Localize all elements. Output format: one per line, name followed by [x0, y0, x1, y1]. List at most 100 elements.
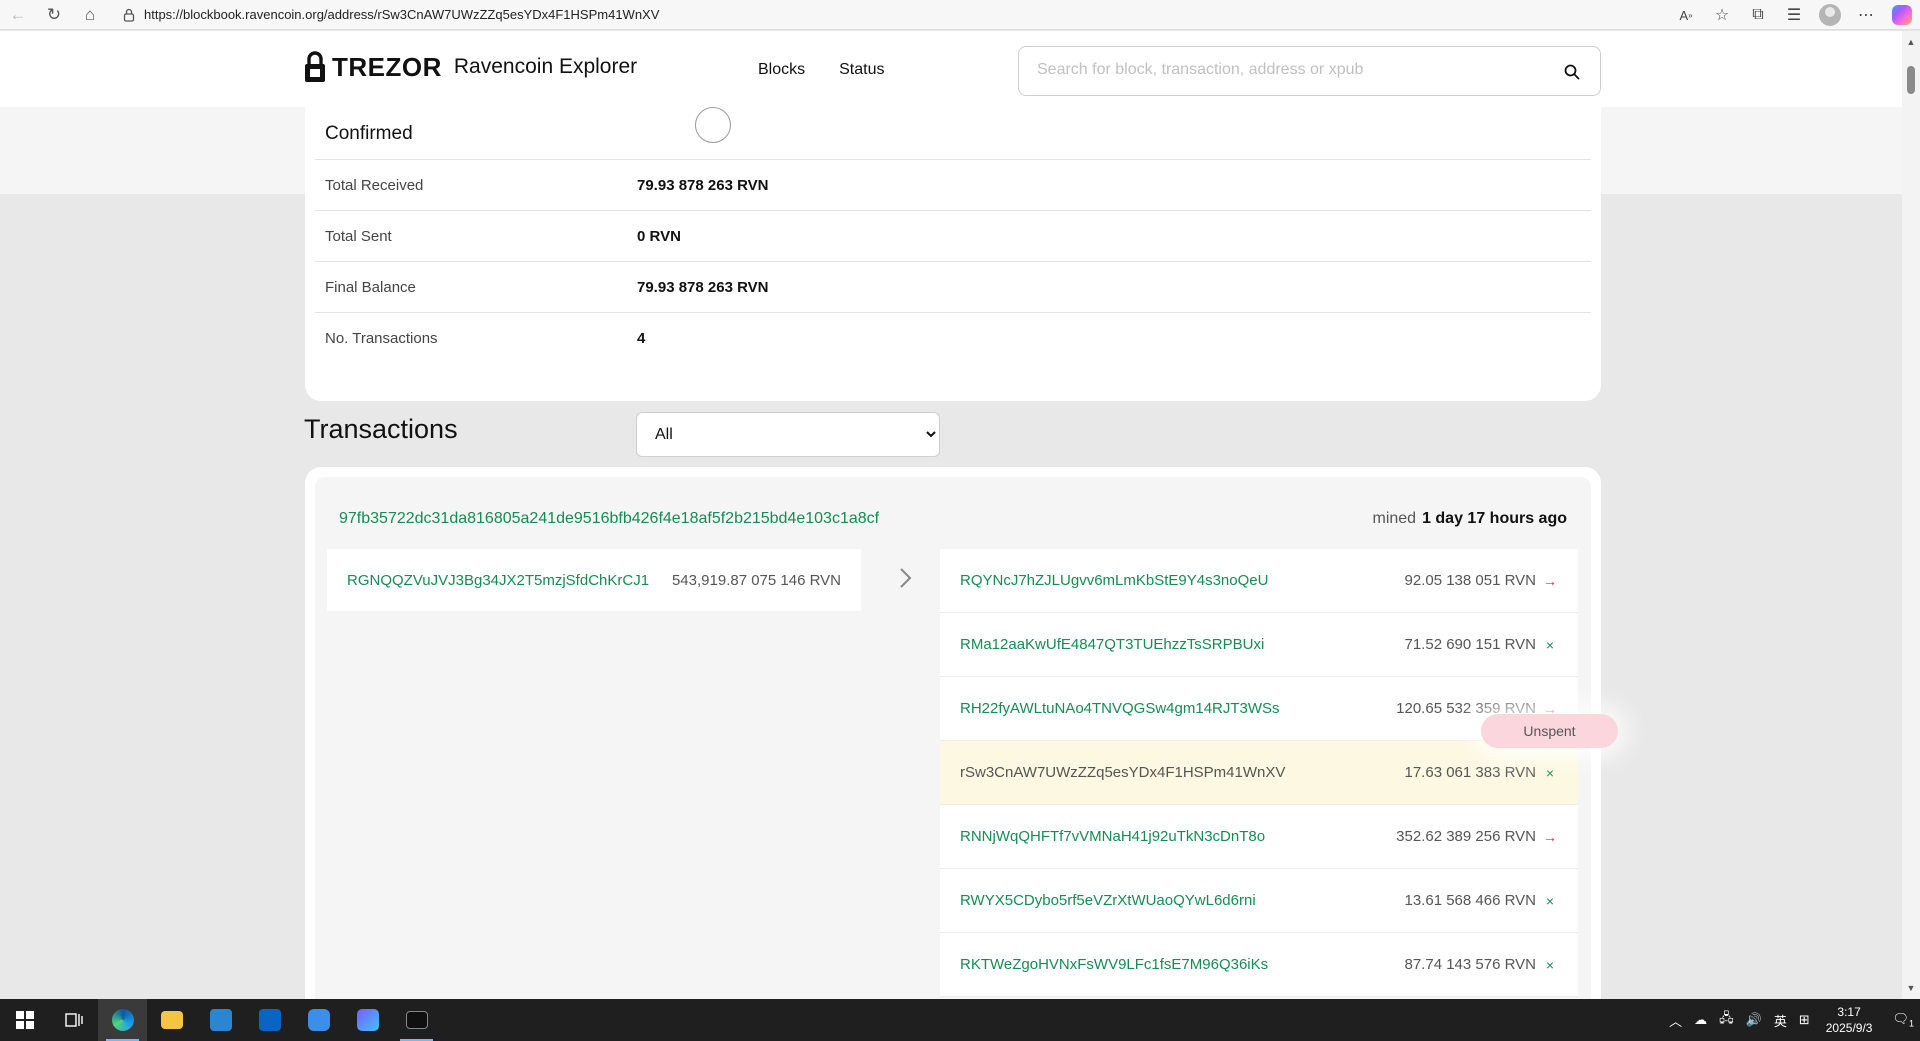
output-amount: 352.62 389 256 RVN	[1396, 828, 1536, 845]
scroll-up-icon[interactable]: ▲	[1906, 37, 1916, 47]
home-icon[interactable]: ⌂	[72, 0, 108, 30]
notification-count: 1	[1908, 1018, 1914, 1029]
output-address-link[interactable]: RH22fyAWLtuNAo4TNVQGSw4gm14RJT3WSs	[960, 700, 1280, 717]
output-amount: 17.63 061 383 RVN	[1404, 764, 1537, 781]
output-address-link[interactable]: RWYX5CDybo5rf5eVZrXtWUaoQYwL6d6rni	[960, 892, 1256, 909]
unspent-tooltip: Unspent	[1481, 714, 1618, 748]
store-icon[interactable]	[196, 999, 245, 1041]
spent-arrow-icon[interactable]: →	[1542, 829, 1558, 845]
output-row: RKTWeZgoHVNxFsWV9LFc1fsE7M96Q36iKs 87.74…	[940, 933, 1578, 997]
summary-label: Final Balance	[325, 278, 416, 296]
summary-row-final-balance: Final Balance 79.93 878 263 RVN	[315, 261, 1591, 312]
transaction-body: 97fb35722dc31da816805a241de9516bfb426f4e…	[315, 477, 1591, 999]
app-bolt-icon[interactable]	[343, 999, 392, 1041]
confirmed-title: Confirmed	[325, 123, 413, 144]
tx-input-row: RGNQQZVuJVJ3Bg34JX2T5mzjSfdChKrCJ1 543,9…	[327, 549, 861, 611]
favorites-list-icon[interactable]: ☰	[1776, 0, 1812, 30]
trezor-padlock-icon	[305, 51, 325, 82]
favorite-star-icon[interactable]: ☆	[1704, 0, 1740, 30]
notification-center-icon[interactable]: 🗨1	[1892, 1011, 1914, 1029]
mined-ago: 1 day 17 hours ago	[1422, 510, 1567, 527]
logo-wordmark: TREZOR	[332, 51, 442, 82]
site-logo[interactable]: TREZOR Ravencoin Explorer	[304, 51, 637, 83]
volume-icon[interactable]: 🔊	[1746, 1012, 1762, 1028]
logo-subtitle: Ravencoin Explorer	[453, 55, 638, 78]
output-row: RWYX5CDybo5rf5eVZrXtWUaoQYwL6d6rni 13.61…	[940, 869, 1578, 933]
summary-row-total-sent: Total Sent 0 RVN	[315, 210, 1591, 261]
edge-browser-icon[interactable]	[98, 999, 147, 1041]
transactions-heading: Transactions	[304, 414, 458, 444]
scroll-thumb[interactable]	[1907, 66, 1915, 94]
unspent-mark-icon[interactable]: ×	[1542, 765, 1558, 781]
chevron-right-icon	[900, 568, 912, 588]
tx-outputs-list: RQYNcJ7hZJLUgvv6mLmKbStE9Y4s3noQeU 92.05…	[940, 549, 1578, 997]
summary-label: Total Received	[325, 176, 424, 194]
page-scrollbar[interactable]: ▲ ▼	[1902, 31, 1920, 999]
confirmed-card: Confirmed Total Received 79.93 878 263 R…	[305, 107, 1601, 401]
search-box	[1018, 46, 1601, 96]
input-amount: 543,919.87 075 146 RVN	[671, 571, 841, 589]
task-view-icon[interactable]	[49, 999, 98, 1041]
tx-hash-link[interactable]: 97fb35722dc31da816805a241de9516bfb426f4e…	[339, 510, 879, 528]
output-address-link[interactable]: RKTWeZgoHVNxFsWV9LFc1fsE7M96Q36iKs	[960, 956, 1268, 973]
transaction-filter-select[interactable]: All	[636, 412, 940, 457]
loading-spinner-icon	[695, 107, 731, 143]
onedrive-icon[interactable]: ☁	[1694, 1012, 1707, 1028]
output-row: RNNjWqQHFTf7vVMNaH41j92uTkN3cDnT8o 352.6…	[940, 805, 1578, 869]
spent-arrow-icon[interactable]: →	[1542, 573, 1558, 589]
back-icon[interactable]: ←	[0, 0, 36, 30]
nav-blocks[interactable]: Blocks	[758, 61, 805, 79]
mined-label: mined	[1372, 510, 1417, 527]
summary-value: 4	[637, 329, 646, 347]
address-bar[interactable]: https://blockbook.ravencoin.org/address/…	[114, 3, 659, 27]
output-address-link[interactable]: RQYNcJ7hZJLUgvv6mLmKbStE9Y4s3noQeU	[960, 572, 1268, 589]
summary-label: Total Sent	[325, 227, 392, 245]
terminal-icon[interactable]	[392, 999, 441, 1041]
extensions-icon[interactable]: ⧉	[1740, 0, 1776, 30]
unspent-mark-icon[interactable]: ×	[1542, 893, 1558, 909]
app-bird-icon[interactable]	[294, 999, 343, 1041]
browser-toolbar: ← ↻ ⌂ https://blockbook.ravencoin.org/ad…	[0, 0, 1920, 30]
scroll-down-icon[interactable]: ▼	[1906, 983, 1916, 993]
nav-status[interactable]: Status	[839, 61, 884, 79]
output-address-link[interactable]: RNNjWqQHFTf7vVMNaH41j92uTkN3cDnT8o	[960, 828, 1265, 845]
lock-icon	[123, 8, 135, 22]
search-input[interactable]	[1037, 47, 1557, 93]
system-tray: ︿ ☁ 🖧 🔊 英 ⊞ 3:17 2025/9/3 🗨1	[1663, 999, 1920, 1041]
file-explorer-icon[interactable]	[147, 999, 196, 1041]
ime-keyboard-icon[interactable]: ⊞	[1799, 1012, 1810, 1028]
transaction-card: 97fb35722dc31da816805a241de9516bfb426f4e…	[305, 467, 1601, 999]
summary-value: 0 RVN	[637, 227, 681, 245]
output-amount: 13.61 568 466 RVN	[1404, 892, 1537, 909]
output-row-own-address: rSw3CnAW7UWzZZq5esYDx4F1HSPm41WnXV 17.63…	[940, 741, 1578, 805]
search-icon[interactable]	[1564, 64, 1580, 80]
page-viewport: TREZOR Ravencoin Explorer Blocks Status …	[0, 31, 1902, 999]
unspent-mark-icon[interactable]: ×	[1542, 637, 1558, 653]
copilot-icon[interactable]	[1884, 0, 1920, 30]
summary-row-transactions: No. Transactions 4	[315, 312, 1591, 363]
read-aloud-icon[interactable]: A»	[1668, 0, 1704, 30]
output-amount: 87.74 143 576 RVN	[1404, 956, 1537, 973]
windows-start-icon[interactable]	[0, 999, 49, 1041]
taskbar-clock[interactable]: 3:17 2025/9/3	[1826, 1004, 1873, 1036]
ime-indicator[interactable]: 英	[1774, 1011, 1787, 1030]
output-address-own: rSw3CnAW7UWzZZq5esYDx4F1HSPm41WnXV	[960, 764, 1286, 781]
clock-date: 2025/9/3	[1825, 1021, 1873, 1035]
site-header: TREZOR Ravencoin Explorer Blocks Status	[0, 31, 1902, 107]
input-address-link[interactable]: RGNQQZVuJVJ3Bg34JX2T5mzjSfdChKrCJ1	[347, 572, 649, 589]
summary-value: 79.93 878 263 RVN	[637, 278, 769, 296]
profile-avatar[interactable]	[1812, 0, 1848, 30]
address-summary-table: Total Received 79.93 878 263 RVN Total S…	[315, 159, 1591, 363]
output-row: RQYNcJ7hZJLUgvv6mLmKbStE9Y4s3noQeU 92.05…	[940, 549, 1578, 613]
unspent-mark-icon[interactable]: ×	[1542, 957, 1558, 973]
network-icon[interactable]: 🖧	[1719, 1009, 1734, 1031]
output-address-link[interactable]: RMa12aaKwUfE4847QT3TUEhzzTsSRPBUxi	[960, 636, 1264, 653]
windows-taskbar: ︿ ☁ 🖧 🔊 英 ⊞ 3:17 2025/9/3 🗨1	[0, 999, 1920, 1041]
summary-row-total-received: Total Received 79.93 878 263 RVN	[315, 159, 1591, 210]
outlook-icon[interactable]	[245, 999, 294, 1041]
more-options-icon[interactable]: ⋯	[1848, 0, 1884, 30]
url-text[interactable]: https://blockbook.ravencoin.org/address/…	[144, 7, 659, 22]
tray-expand-icon[interactable]: ︿	[1669, 1011, 1682, 1030]
refresh-icon[interactable]: ↻	[36, 0, 72, 30]
summary-label: No. Transactions	[325, 329, 438, 347]
